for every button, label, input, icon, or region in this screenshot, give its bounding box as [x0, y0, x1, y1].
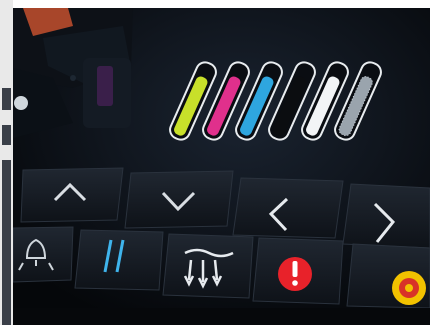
heater-button[interactable]	[162, 233, 254, 299]
down-button[interactable]	[124, 170, 234, 229]
left-edge-strip	[0, 0, 13, 325]
edge-bar	[2, 88, 11, 110]
up-button[interactable]	[20, 167, 124, 223]
edge-bar	[2, 160, 11, 325]
left-button[interactable]	[232, 177, 344, 239]
edge-bar	[2, 125, 11, 145]
control-panel-photo	[13, 8, 430, 325]
device-photo	[13, 8, 430, 325]
exclamation-icon	[278, 257, 312, 291]
panel-bezel	[13, 308, 430, 325]
light-button[interactable]	[13, 226, 74, 283]
emergency-stop-icon	[392, 271, 426, 305]
